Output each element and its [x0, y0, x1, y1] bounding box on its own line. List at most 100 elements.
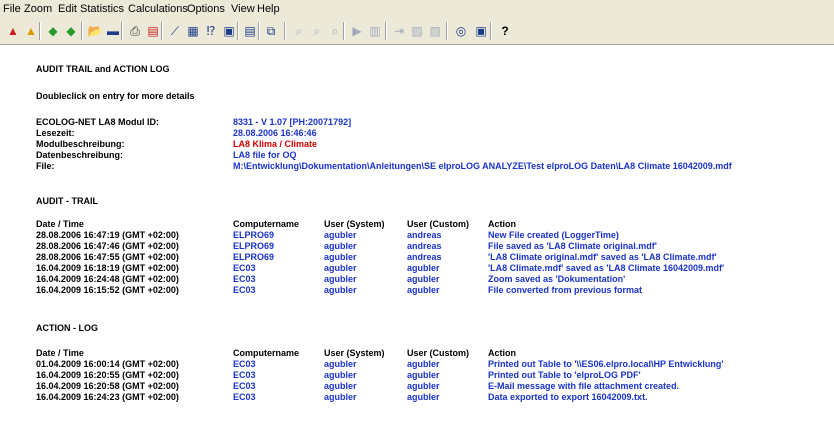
- column-header: Date / Time: [36, 219, 84, 229]
- row-user-custom: agubler: [407, 359, 440, 369]
- statistics-icon[interactable]: ⁉: [202, 22, 220, 40]
- play-icon[interactable]: ▶: [348, 22, 366, 40]
- info-value: 8331 - V 1.07 [PH:20071792]: [233, 117, 352, 127]
- row-computername: EC03: [233, 370, 256, 380]
- print-icon[interactable]: ⎙: [126, 22, 144, 40]
- row-user-custom: agubler: [407, 285, 440, 295]
- column-header: Action: [488, 348, 516, 358]
- row-action: Zoom saved as 'Dokumentation': [488, 274, 626, 284]
- chart-b-icon[interactable]: ▧: [426, 22, 444, 40]
- pdf-icon[interactable]: ▤: [144, 22, 162, 40]
- row-user-system: agubler: [324, 241, 357, 251]
- toolbar-separator: [446, 22, 448, 40]
- toolbar-separator: [385, 22, 387, 40]
- save-icon[interactable]: ▬: [104, 22, 122, 40]
- zoom-icon[interactable]: ⌕: [290, 22, 308, 40]
- grid-icon[interactable]: ▥: [366, 22, 384, 40]
- column-header: Computername: [233, 219, 300, 229]
- info-label: ECOLOG-NET LA8 Modul ID:: [36, 117, 159, 127]
- chart-icon[interactable]: ⟋: [166, 22, 184, 40]
- row-user-system: agubler: [324, 274, 357, 284]
- row-action: 'LA8 Climate original.mdf' saved as 'LA8…: [488, 252, 717, 262]
- zoom-out-icon[interactable]: ⌕: [326, 22, 344, 40]
- calculator-icon[interactable]: ◎: [452, 22, 470, 40]
- row-datetime: 28.08.2006 16:47:19 (GMT +02:00): [36, 230, 179, 240]
- info-icon[interactable]: ▣: [220, 22, 238, 40]
- open-folder-icon[interactable]: 📂: [86, 22, 104, 40]
- document-icon[interactable]: ▤: [241, 22, 259, 40]
- open-logger-icon[interactable]: ▲: [4, 22, 22, 40]
- info-label: Modulbeschreibung:: [36, 139, 125, 149]
- column-header: User (System): [324, 348, 385, 358]
- menu-options[interactable]: Options: [187, 3, 225, 15]
- open-logger-alt-icon[interactable]: ▲: [22, 22, 40, 40]
- row-user-system: agubler: [324, 359, 357, 369]
- row-datetime: 16.04.2009 16:24:48 (GMT +02:00): [36, 274, 179, 284]
- row-computername: EC03: [233, 285, 256, 295]
- row-user-custom: agubler: [407, 381, 440, 391]
- row-computername: EC03: [233, 274, 256, 284]
- row-action: E-Mail message with file attachment crea…: [488, 381, 680, 391]
- info-label: Lesezeit:: [36, 128, 75, 138]
- info-label: Datenbeschreibung:: [36, 150, 124, 160]
- window-icon[interactable]: ▣: [472, 22, 490, 40]
- menu-edit[interactable]: Edit: [58, 3, 77, 15]
- column-header: User (Custom): [407, 348, 470, 358]
- row-user-custom: andreas: [407, 230, 442, 240]
- row-computername: ELPRO69: [233, 230, 275, 240]
- info-value: LA8 file for OQ: [233, 150, 297, 160]
- report-title: AUDIT TRAIL and ACTION LOG: [36, 64, 170, 74]
- info-value: 28.08.2006 16:46:46: [233, 128, 317, 138]
- row-user-system: agubler: [324, 370, 357, 380]
- row-user-custom: agubler: [407, 392, 440, 402]
- info-value: M:\Entwicklung\Dokumentation\Anleitungen…: [233, 161, 732, 171]
- toolbar: ▲ ▲ ◆ ◆ 📂 ▬ ⎙ ▤ ⟋ ▦ ⁉ ▣ ▤ ⧉ ⌕ ⌕ ⌕ ▶ ▥ ⇥ ▨ ▧ ◎ ▣?: [0, 18, 834, 45]
- row-datetime: 16.04.2009 16:24:23 (GMT +02:00): [36, 392, 179, 402]
- menu-help[interactable]: Help: [257, 3, 280, 15]
- copy-icon[interactable]: ⧉: [262, 22, 280, 40]
- row-computername: ELPRO69: [233, 241, 275, 251]
- row-datetime: 16.04.2009 16:20:58 (GMT +02:00): [36, 381, 179, 391]
- row-computername: EC03: [233, 263, 256, 273]
- row-datetime: 16.04.2009 16:20:55 (GMT +02:00): [36, 370, 179, 380]
- chart-a-icon[interactable]: ▨: [408, 22, 426, 40]
- column-header: Action: [488, 219, 516, 229]
- column-header: User (Custom): [407, 219, 470, 229]
- menu-zoom[interactable]: Zoom: [24, 3, 52, 15]
- menu-statistics[interactable]: Statistics: [80, 3, 124, 15]
- audit-trail-heading: AUDIT - TRAIL: [36, 196, 98, 206]
- info-value: LA8 Klima / Climate: [233, 139, 318, 149]
- report-view[interactable]: AUDIT TRAIL and ACTION LOG Doubleclick o…: [0, 45, 834, 424]
- row-action: File saved as 'LA8 Climate original.mdf': [488, 241, 657, 251]
- menu-file[interactable]: File: [3, 3, 21, 15]
- row-datetime: 16.04.2009 16:15:52 (GMT +02:00): [36, 285, 179, 295]
- toolbar-separator: [284, 22, 286, 40]
- row-user-system: agubler: [324, 381, 357, 391]
- row-datetime: 28.08.2006 16:47:46 (GMT +02:00): [36, 241, 179, 251]
- read-logger-icon[interactable]: ◆: [44, 22, 62, 40]
- row-user-custom: andreas: [407, 241, 442, 251]
- column-header: Date / Time: [36, 348, 84, 358]
- row-user-custom: agubler: [407, 370, 440, 380]
- column-header: User (System): [324, 219, 385, 229]
- report-hint: Doubleclick on entry for more details: [36, 91, 195, 101]
- action-log-heading: ACTION - LOG: [36, 323, 98, 333]
- row-action: Data exported to export 16042009.txt.: [488, 392, 648, 402]
- row-user-custom: agubler: [407, 263, 440, 273]
- row-user-system: agubler: [324, 252, 357, 262]
- menu-calculations[interactable]: Calculations: [128, 3, 188, 15]
- row-user-system: agubler: [324, 230, 357, 240]
- row-datetime: 01.04.2009 16:00:14 (GMT +02:00): [36, 359, 179, 369]
- menu-view[interactable]: View: [231, 3, 255, 15]
- toolbar-separator: [81, 22, 83, 40]
- toolbar-separator: [490, 22, 492, 40]
- help-icon[interactable]: ?: [496, 22, 514, 40]
- export-icon[interactable]: ⇥: [390, 22, 408, 40]
- program-logger-icon[interactable]: ◆: [62, 22, 80, 40]
- zoom-in-icon[interactable]: ⌕: [308, 22, 326, 40]
- row-action: New File created (LoggerTime): [488, 230, 619, 240]
- info-label: File:: [36, 161, 55, 171]
- row-datetime: 28.08.2006 16:47:55 (GMT +02:00): [36, 252, 179, 262]
- table-icon[interactable]: ▦: [184, 22, 202, 40]
- row-datetime: 16.04.2009 16:18:19 (GMT +02:00): [36, 263, 179, 273]
